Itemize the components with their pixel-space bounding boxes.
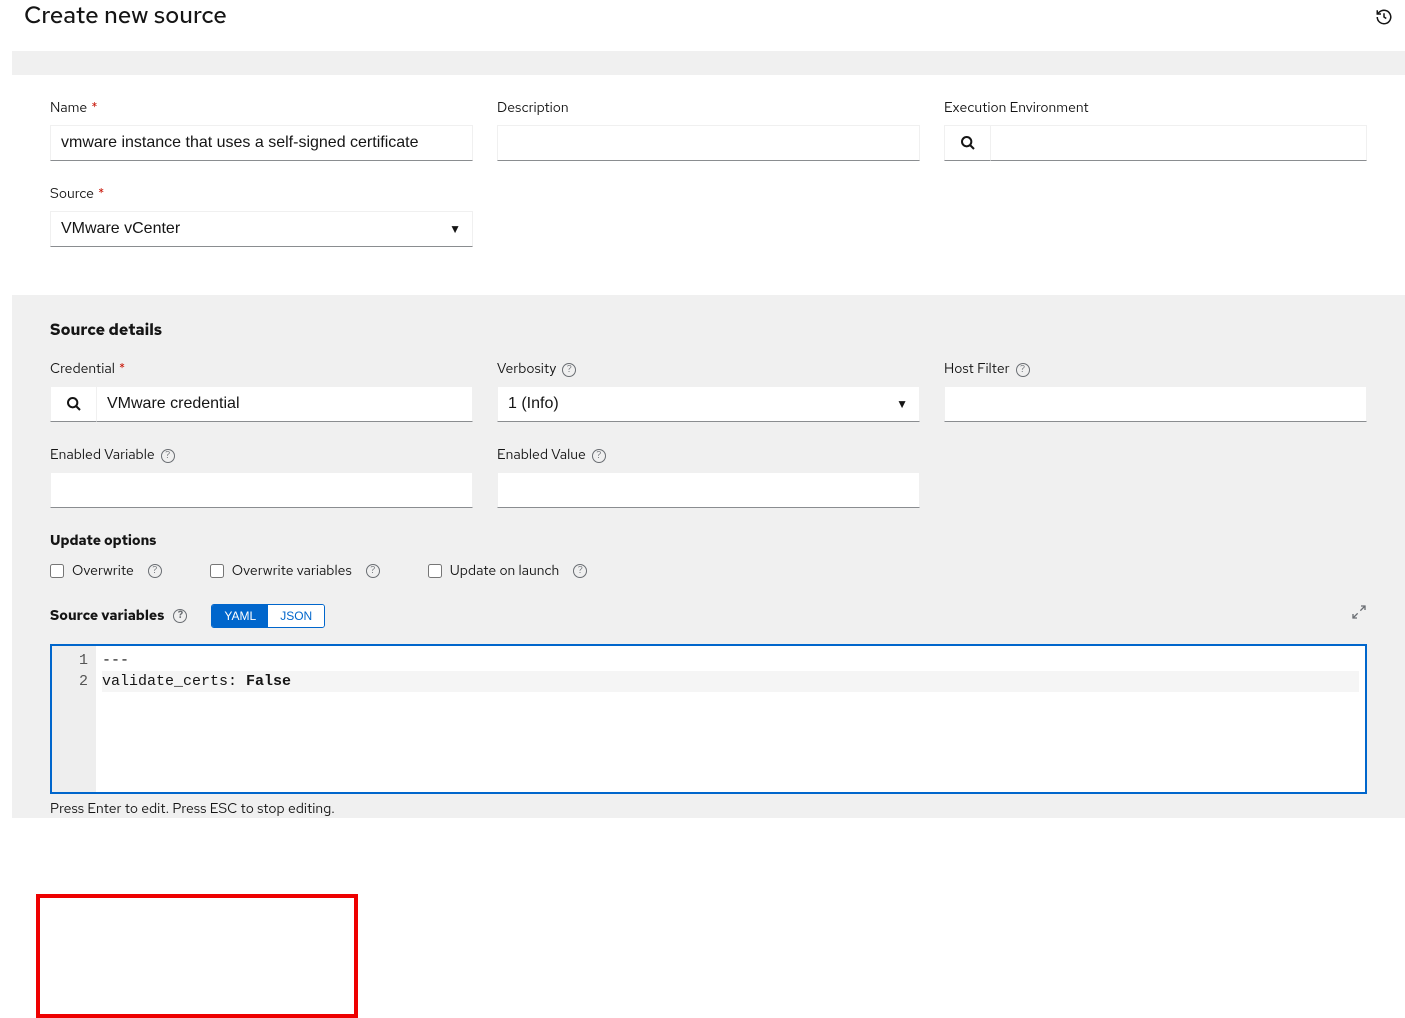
credential-search-button[interactable] (50, 386, 96, 422)
editor-hint: Press Enter to edit. Press ESC to stop e… (50, 800, 1367, 818)
execution-env-input[interactable] (990, 125, 1367, 161)
search-icon (960, 135, 976, 151)
name-label: Name* (50, 99, 473, 117)
credential-label: Credential* (50, 360, 473, 378)
help-icon[interactable]: ? (173, 609, 187, 623)
update-on-launch-checkbox-item[interactable]: Update on launch ? (428, 562, 587, 580)
enabled-value-input[interactable] (497, 472, 920, 508)
code-line-1: --- (102, 650, 1359, 671)
enabled-value-label: Enabled Value? (497, 446, 920, 464)
update-options-title: Update options (50, 532, 1367, 550)
help-icon[interactable]: ? (148, 564, 162, 578)
code-line-2: validate_certs: False (102, 671, 1359, 692)
json-toggle[interactable]: JSON (268, 605, 324, 627)
source-select[interactable] (50, 211, 473, 247)
overwrite-checkbox[interactable] (50, 564, 64, 578)
help-icon[interactable]: ? (562, 363, 576, 377)
overwrite-vars-checkbox[interactable] (210, 564, 224, 578)
enabled-variable-input[interactable] (50, 472, 473, 508)
verbosity-select[interactable] (497, 386, 920, 422)
page-title: Create new source (24, 0, 1381, 31)
history-icon[interactable] (1375, 8, 1393, 31)
execution-env-search-button[interactable] (944, 125, 990, 161)
help-icon[interactable]: ? (366, 564, 380, 578)
editor-content[interactable]: --- validate_certs: False (96, 646, 1365, 792)
overwrite-vars-checkbox-item[interactable]: Overwrite variables ? (210, 562, 380, 580)
verbosity-label: Verbosity? (497, 360, 920, 378)
source-variables-label: Source variables ? (50, 607, 187, 625)
format-toggle: YAML JSON (211, 604, 325, 628)
description-input[interactable] (497, 125, 920, 161)
editor-gutter: 1 2 (52, 646, 96, 792)
source-variables-editor[interactable]: 1 2 --- validate_certs: False (50, 644, 1367, 794)
source-label: Source* (50, 185, 473, 203)
name-input[interactable] (50, 125, 473, 161)
line-number: 2 (56, 671, 88, 692)
overwrite-label: Overwrite (72, 562, 134, 580)
description-label: Description (497, 99, 920, 117)
help-icon[interactable]: ? (1016, 363, 1030, 377)
update-on-launch-label: Update on launch (450, 562, 559, 580)
expand-button[interactable] (1351, 604, 1367, 625)
overwrite-checkbox-item[interactable]: Overwrite ? (50, 562, 162, 580)
overwrite-vars-label: Overwrite variables (232, 562, 352, 580)
host-filter-label: Host Filter? (944, 360, 1367, 378)
yaml-toggle[interactable]: YAML (212, 605, 268, 627)
page-header: Create new source (0, 0, 1405, 51)
execution-env-label: Execution Environment (944, 99, 1367, 117)
source-details-title: Source details (50, 319, 1367, 340)
help-icon[interactable]: ? (592, 449, 606, 463)
expand-icon (1351, 604, 1367, 620)
host-filter-input[interactable] (944, 386, 1367, 422)
search-icon (66, 396, 82, 412)
highlight-annotation (36, 894, 358, 1018)
update-on-launch-checkbox[interactable] (428, 564, 442, 578)
enabled-variable-label: Enabled Variable? (50, 446, 473, 464)
line-number: 1 (56, 650, 88, 671)
credential-input[interactable] (96, 386, 473, 422)
help-icon[interactable]: ? (161, 449, 175, 463)
help-icon[interactable]: ? (573, 564, 587, 578)
